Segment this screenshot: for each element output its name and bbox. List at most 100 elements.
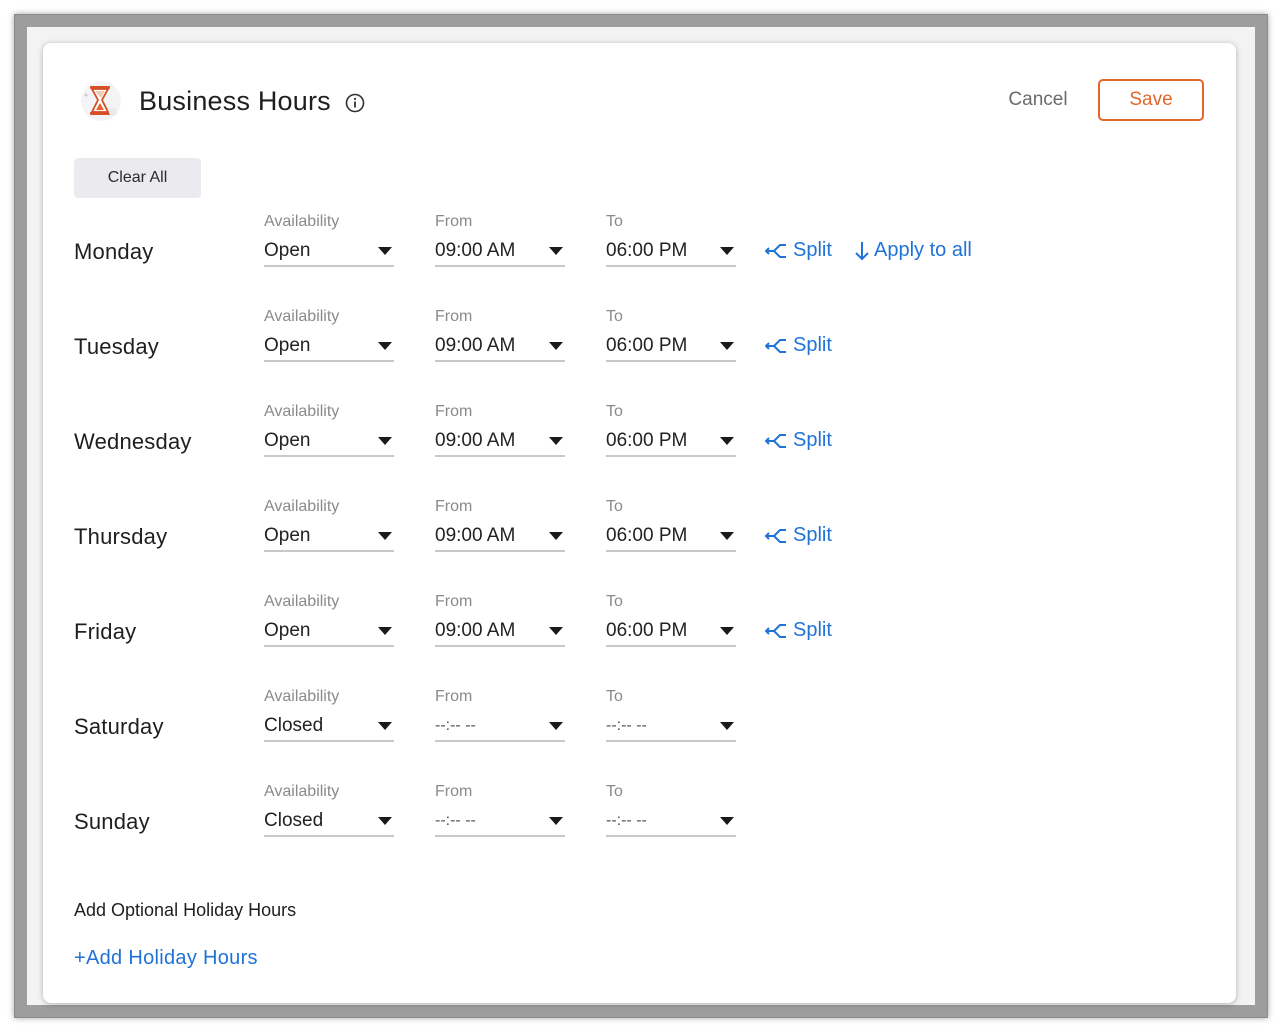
- to-value: 06:00 PM: [606, 430, 688, 451]
- to-time-select[interactable]: 06:00 PM: [606, 425, 736, 457]
- availability-label: Availability: [264, 593, 340, 610]
- save-button[interactable]: Save: [1098, 79, 1204, 121]
- split-icon: [765, 337, 789, 355]
- from-time-select[interactable]: 09:00 AM: [435, 520, 565, 552]
- to-time-select[interactable]: --:-- --: [606, 710, 736, 742]
- caret-down-icon: [720, 722, 734, 730]
- from-field: From --:-- --: [435, 783, 565, 839]
- to-time-select[interactable]: 06:00 PM: [606, 330, 736, 362]
- availability-value: Closed: [264, 715, 324, 736]
- to-field: To --:-- --: [606, 688, 736, 744]
- to-time-select[interactable]: 06:00 PM: [606, 520, 736, 552]
- day-row-sunday: Sunday Availability Closed From --:-- -- To --…: [43, 783, 1236, 863]
- caret-down-icon: [378, 627, 392, 635]
- availability-select[interactable]: Closed: [264, 710, 394, 742]
- split-label: Split: [793, 429, 832, 451]
- to-value: 06:00 PM: [606, 620, 688, 641]
- availability-select[interactable]: Open: [264, 520, 394, 552]
- split-link[interactable]: Split: [765, 619, 832, 642]
- availability-value: Open: [264, 430, 311, 451]
- add-holiday-hours-link[interactable]: +Add Holiday Hours: [74, 947, 258, 970]
- day-row-tuesday: Tuesday Availability Open From 09:00 AM To 06:…: [43, 308, 1236, 388]
- split-link[interactable]: Split: [765, 239, 832, 262]
- availability-value: Open: [264, 335, 311, 356]
- from-label: From: [435, 688, 473, 705]
- apply-to-all-link[interactable]: Apply to all: [854, 239, 972, 262]
- from-field: From 09:00 AM: [435, 308, 565, 364]
- caret-down-icon: [549, 532, 563, 540]
- split-link[interactable]: Split: [765, 334, 832, 357]
- caret-down-icon: [378, 722, 392, 730]
- from-time-select[interactable]: 09:00 AM: [435, 235, 565, 267]
- from-label: From: [435, 403, 473, 420]
- to-value: --:-- --: [606, 812, 647, 829]
- from-value: --:-- --: [435, 717, 476, 734]
- to-time-select[interactable]: --:-- --: [606, 805, 736, 837]
- info-icon[interactable]: [345, 93, 365, 113]
- availability-field: Availability Open: [264, 213, 394, 269]
- to-label: To: [606, 688, 623, 705]
- to-label: To: [606, 783, 623, 800]
- availability-field: Availability Closed: [264, 688, 394, 744]
- availability-label: Availability: [264, 498, 340, 515]
- split-icon: [765, 622, 789, 640]
- caret-down-icon: [720, 627, 734, 635]
- from-label: From: [435, 783, 473, 800]
- to-time-select[interactable]: 06:00 PM: [606, 235, 736, 267]
- day-name: Monday: [74, 239, 154, 264]
- panel-header: Business Hours Cancel Save: [43, 43, 1236, 153]
- availability-field: Availability Closed: [264, 783, 394, 839]
- to-label: To: [606, 498, 623, 515]
- availability-select[interactable]: Open: [264, 615, 394, 647]
- to-time-select[interactable]: 06:00 PM: [606, 615, 736, 647]
- from-time-select[interactable]: 09:00 AM: [435, 615, 565, 647]
- from-time-select[interactable]: --:-- --: [435, 710, 565, 742]
- day-row-friday: Friday Availability Open From 09:00 AM To 06:0…: [43, 593, 1236, 673]
- day-row-wednesday: Wednesday Availability Open From 09:00 AM To 0…: [43, 403, 1236, 483]
- from-time-select[interactable]: 09:00 AM: [435, 425, 565, 457]
- to-field: To 06:00 PM: [606, 308, 736, 364]
- availability-field: Availability Open: [264, 403, 394, 459]
- from-time-select[interactable]: --:-- --: [435, 805, 565, 837]
- caret-down-icon: [378, 247, 392, 255]
- to-value: 06:00 PM: [606, 335, 688, 356]
- to-value: 06:00 PM: [606, 240, 688, 261]
- from-time-select[interactable]: 09:00 AM: [435, 330, 565, 362]
- from-label: From: [435, 498, 473, 515]
- caret-down-icon: [378, 817, 392, 825]
- availability-select[interactable]: Open: [264, 425, 394, 457]
- to-value: 06:00 PM: [606, 525, 688, 546]
- caret-down-icon: [720, 817, 734, 825]
- apply-to-all-label: Apply to all: [874, 239, 972, 261]
- availability-select[interactable]: Closed: [264, 805, 394, 837]
- to-field: To 06:00 PM: [606, 213, 736, 269]
- arrow-down-icon: [854, 241, 870, 261]
- availability-select[interactable]: Open: [264, 235, 394, 267]
- from-value: --:-- --: [435, 812, 476, 829]
- availability-field: Availability Open: [264, 308, 394, 364]
- caret-down-icon: [720, 247, 734, 255]
- cancel-button[interactable]: Cancel: [993, 79, 1083, 121]
- availability-label: Availability: [264, 783, 340, 800]
- clear-all-button[interactable]: Clear All: [74, 158, 201, 198]
- caret-down-icon: [549, 247, 563, 255]
- day-row-monday: Monday Availability Open From 09:00 AM To 06:0…: [43, 213, 1236, 293]
- caret-down-icon: [549, 342, 563, 350]
- day-name: Thursday: [74, 524, 168, 549]
- from-label: From: [435, 308, 473, 325]
- from-value: 09:00 AM: [435, 525, 516, 546]
- availability-label: Availability: [264, 403, 340, 420]
- from-value: 09:00 AM: [435, 430, 516, 451]
- day-row-saturday: Saturday Availability Closed From --:-- -- To…: [43, 688, 1236, 768]
- availability-label: Availability: [264, 688, 340, 705]
- caret-down-icon: [378, 437, 392, 445]
- to-value: --:-- --: [606, 717, 647, 734]
- split-link[interactable]: Split: [765, 524, 832, 547]
- split-icon: [765, 527, 789, 545]
- split-icon: [765, 432, 789, 450]
- split-link[interactable]: Split: [765, 429, 832, 452]
- caret-down-icon: [378, 532, 392, 540]
- caret-down-icon: [720, 437, 734, 445]
- availability-value: Open: [264, 620, 311, 641]
- availability-select[interactable]: Open: [264, 330, 394, 362]
